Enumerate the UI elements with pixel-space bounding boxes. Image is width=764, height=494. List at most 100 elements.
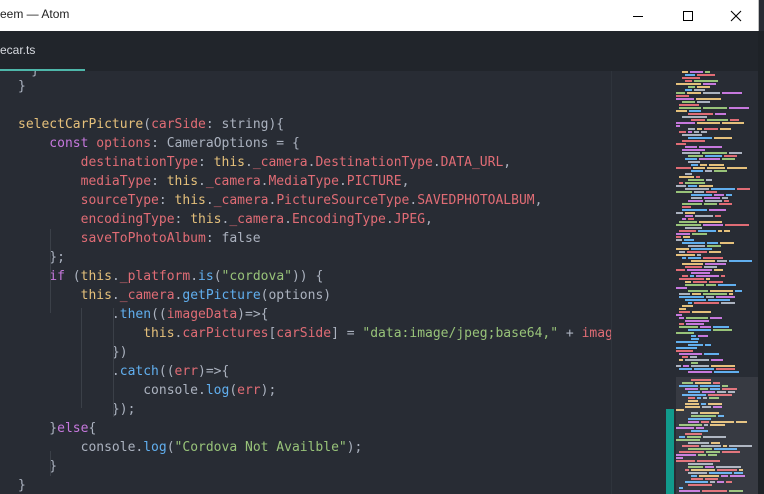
minimap-token xyxy=(726,194,732,196)
minimap-token xyxy=(705,263,726,265)
code-token: : xyxy=(151,174,167,189)
minimap-token xyxy=(735,290,742,292)
indent-guide xyxy=(50,229,51,313)
minimap-token xyxy=(705,170,712,172)
minimap-token xyxy=(713,329,732,331)
minimap-token xyxy=(706,296,714,298)
minimap-token xyxy=(704,203,717,205)
code-token: } xyxy=(18,478,26,493)
minimap-token xyxy=(685,320,709,322)
minimap-token xyxy=(721,275,725,277)
minimap-token xyxy=(694,191,704,193)
minimap-token xyxy=(691,197,702,199)
code-token: this xyxy=(174,193,206,208)
tab-bar: ecar.ts xyxy=(0,31,758,71)
code-editor[interactable]: } }selectCarPicture(carSide: string){ co… xyxy=(0,71,611,494)
minimap-token xyxy=(724,155,737,157)
code-token: (options) xyxy=(260,288,332,303)
minimap-token xyxy=(688,131,692,133)
code-token: . xyxy=(190,269,199,284)
minimap-token xyxy=(682,209,707,211)
minimize-button[interactable] xyxy=(615,0,661,31)
code-line: .catch((err)=>{ xyxy=(18,362,229,381)
minimap-token xyxy=(702,152,727,154)
code-line: sourceType: this._camera.PictureSourceTy… xyxy=(18,191,543,210)
minimap-token xyxy=(685,359,709,361)
code-token: selectCarPicture xyxy=(18,117,144,132)
code-token: : false xyxy=(205,231,261,246)
code-token: . xyxy=(205,193,214,208)
minimap-token xyxy=(691,338,699,340)
minimap-token xyxy=(737,188,750,190)
maximize-button[interactable] xyxy=(665,0,711,31)
minimap-token xyxy=(685,284,704,286)
minimap-token xyxy=(687,92,701,94)
minimap-visible-region[interactable] xyxy=(676,377,759,494)
minimap-token xyxy=(690,71,703,73)
code-token: , xyxy=(401,174,410,189)
minimap-token xyxy=(688,113,713,115)
indent-guide xyxy=(50,451,51,476)
minimap-token xyxy=(679,353,702,355)
minimap-token xyxy=(730,119,739,121)
minimap-token xyxy=(705,344,711,346)
minimap-token xyxy=(676,269,685,271)
code-token: carSide xyxy=(276,326,332,341)
code-token: this xyxy=(166,174,199,189)
minimap-token xyxy=(685,281,691,283)
minimap-token xyxy=(703,224,723,226)
code-token: _camera xyxy=(252,155,308,170)
code-line: }); xyxy=(18,400,136,419)
minimap-token xyxy=(683,236,690,238)
minimap-token xyxy=(703,293,727,295)
minimap-token xyxy=(729,152,742,154)
code-token: MediaType xyxy=(268,174,339,189)
minimap-token xyxy=(717,260,727,262)
window-title: eem — Atom xyxy=(0,7,70,21)
code-token: . xyxy=(385,212,394,227)
code-token: DATA_URL xyxy=(440,155,504,170)
code-line: encodingType: this._camera.EncodingType.… xyxy=(18,210,433,229)
minimap-token xyxy=(685,158,697,160)
minimap-token xyxy=(676,224,701,226)
code-line: const options: CameraOptions = { xyxy=(18,134,300,153)
minimap-token xyxy=(679,308,686,310)
minimap-token xyxy=(705,71,710,73)
minimap-token xyxy=(679,278,704,280)
scrollbar-thumb[interactable] xyxy=(666,409,674,494)
minimap-token xyxy=(729,260,752,262)
minimap-token xyxy=(707,242,718,244)
code-token: JPEG xyxy=(393,212,426,227)
code-token: then xyxy=(119,307,152,322)
close-button[interactable] xyxy=(713,0,759,31)
minimap-token xyxy=(685,173,692,175)
minimap-token xyxy=(707,245,721,247)
minimap-token xyxy=(709,164,724,166)
tab-ecar-ts[interactable]: ecar.ts xyxy=(0,31,85,71)
indent-guide xyxy=(81,308,82,408)
minimap-token xyxy=(682,71,688,73)
code-line: }; xyxy=(18,248,65,267)
code-token: }); xyxy=(18,402,136,417)
minimap-token xyxy=(697,101,710,103)
minimap-token xyxy=(688,218,694,220)
minimap-token xyxy=(700,326,711,328)
minimap-token xyxy=(693,281,707,283)
minimap-token xyxy=(714,137,732,139)
minimap-token xyxy=(688,185,697,187)
minimap-token xyxy=(679,368,692,370)
minimap-token xyxy=(715,113,726,115)
code-token: err xyxy=(237,383,261,398)
code-token: ( xyxy=(143,117,152,132)
minimap-token xyxy=(688,200,703,202)
minimap-token xyxy=(676,341,698,343)
minimap-token xyxy=(682,152,700,154)
minimap[interactable] xyxy=(611,71,759,494)
minimap-token xyxy=(685,227,702,229)
minimap-token xyxy=(685,89,692,91)
minimap-token xyxy=(682,242,705,244)
minimap-token xyxy=(703,257,723,259)
code-token: : xyxy=(174,212,191,227)
code-line: } xyxy=(18,476,26,494)
minimap-token xyxy=(676,122,695,124)
